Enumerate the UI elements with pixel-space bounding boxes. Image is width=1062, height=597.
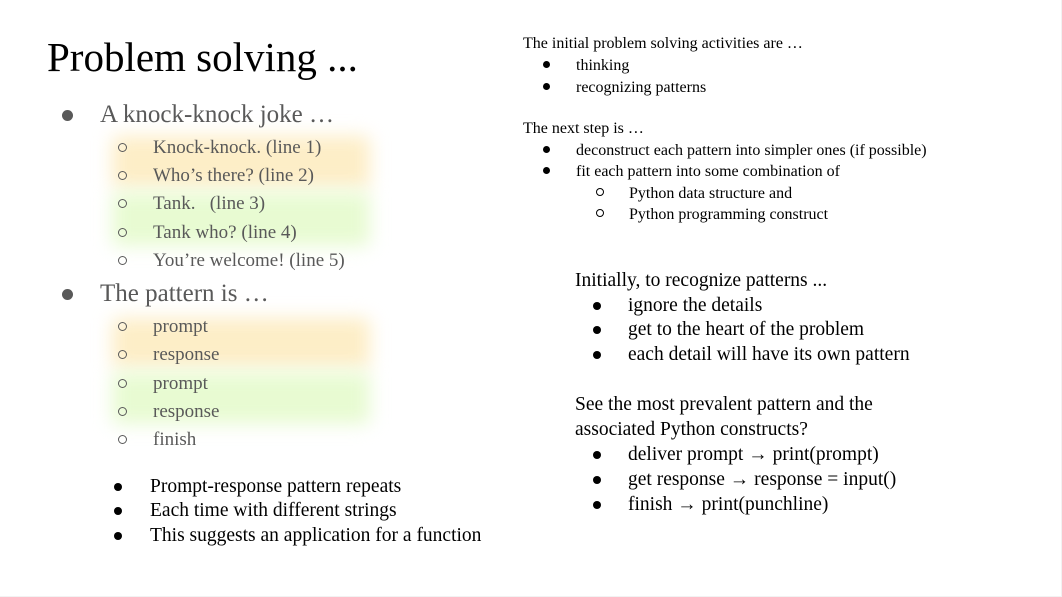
pattern-line: response (0, 400, 500, 424)
prevalent-heading-line1: See the most prevalent pattern and the (575, 394, 873, 415)
next-item: deconstruct each pattern into simpler on… (0, 140, 1000, 161)
next-heading: The next step is … (523, 120, 644, 137)
circle-bullet-icon (118, 379, 127, 388)
bullet-icon (593, 476, 601, 484)
initial-item: thinking (0, 55, 900, 76)
pattern-line-text: response (153, 401, 220, 422)
joke-heading-item: A knock-knock joke … (0, 100, 500, 130)
next-subitem-text: Python programming construct (629, 206, 829, 223)
initial-item: recognizing patterns (0, 77, 900, 98)
circle-bullet-icon (118, 407, 127, 416)
recognize-item: get to the heart of the problem (0, 318, 1000, 342)
recognize-item-text: ignore the details (628, 295, 763, 316)
recognize-item-text: each detail will have its own pattern (628, 344, 910, 365)
next-item-text: fit each pattern into some combination o… (576, 163, 840, 180)
bullet-icon (114, 532, 122, 540)
prevalent-item-text: deliver prompt → print(prompt) (628, 444, 879, 465)
prevalent-item-text: finish → print(punchline) (628, 494, 829, 515)
bullet-icon (543, 167, 550, 174)
recognize-item: ignore the details (0, 294, 1000, 318)
bullet-icon (593, 501, 601, 509)
bullet-icon (543, 83, 550, 90)
initial-item-text: recognizing patterns (576, 79, 707, 96)
joke-heading: A knock-knock joke … (100, 101, 334, 128)
circle-bullet-icon (596, 188, 604, 196)
slide: Problem solving ... A knock-knock joke …… (0, 0, 1062, 597)
prevalent-item-text: get response → response = input() (628, 469, 897, 490)
recognize-heading: Initially, to recognize patterns ... (575, 270, 828, 291)
circle-bullet-icon (596, 209, 604, 217)
bullet-icon (543, 61, 550, 68)
pattern-line-text: prompt (153, 373, 208, 394)
next-item: fit each pattern into some combination o… (0, 161, 1000, 182)
pattern-line: prompt (0, 372, 500, 396)
initial-heading: The initial problem solving activities a… (523, 35, 803, 52)
next-item-text: deconstruct each pattern into simpler on… (576, 142, 927, 159)
next-subitem: Python programming construct (0, 204, 1000, 225)
recognize-item: each detail will have its own pattern (0, 343, 1000, 367)
bullet-icon (593, 351, 601, 359)
bullet-icon (593, 326, 601, 334)
joke-line: You’re welcome! (line 5) (0, 249, 500, 273)
prevalent-item: finish → print(punchline) (0, 493, 1000, 517)
prevalent-item: deliver prompt → print(prompt) (0, 443, 1000, 467)
initial-item-text: thinking (576, 57, 630, 74)
observation-text: This suggests an application for a funct… (150, 525, 482, 546)
bullet-icon (593, 302, 601, 310)
bullet-icon (593, 451, 601, 459)
recognize-item-text: get to the heart of the problem (628, 319, 865, 340)
bullet-icon (543, 146, 550, 153)
prevalent-heading-line2: associated Python constructs? (575, 419, 808, 440)
bullet-icon (62, 110, 73, 121)
circle-bullet-icon (118, 256, 127, 265)
circle-bullet-icon (118, 228, 127, 237)
next-subitem-text: Python data structure and (629, 185, 793, 202)
prevalent-item: get response → response = input() (0, 468, 1000, 492)
next-subitem: Python data structure and (0, 183, 1000, 204)
observation-item: This suggests an application for a funct… (0, 524, 520, 548)
joke-line-text: You’re welcome! (line 5) (153, 250, 345, 271)
